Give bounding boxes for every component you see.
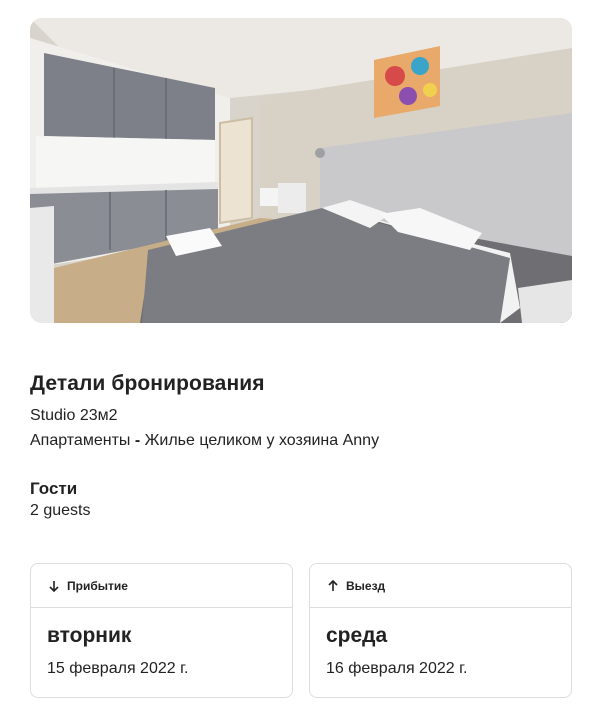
- checkout-card-header: Выезд: [310, 564, 571, 608]
- checkin-date: 15 февраля 2022 г.: [47, 660, 189, 677]
- room-name: Studio 23м2: [30, 407, 118, 424]
- bedroom-photo-illustration: [30, 18, 572, 323]
- arrow-up-icon: [326, 579, 340, 593]
- property-type: Апартаменты: [30, 432, 131, 449]
- listing-summary: Апартаменты - Жилье целиком у хозяина An…: [30, 432, 379, 450]
- arrow-down-icon: [47, 579, 61, 593]
- checkout-card: Выезд среда 16 февраля 2022 г.: [309, 563, 572, 698]
- guests-heading: Гости: [30, 479, 78, 498]
- checkout-date: 16 февраля 2022 г.: [326, 660, 468, 677]
- guests-count: 2 guests: [30, 502, 91, 519]
- listing-description: Жилье целиком у хозяина Anny: [144, 432, 380, 449]
- booking-details-page: Детали бронирования Studio 23м2 Апартаме…: [0, 0, 600, 717]
- checkout-label: Выезд: [346, 578, 386, 593]
- checkout-weekday: среда: [326, 624, 388, 647]
- checkin-label: Прибытие: [67, 578, 128, 593]
- booking-details-title: Детали бронирования: [30, 372, 265, 395]
- summary-separator: -: [134, 432, 141, 449]
- checkin-weekday: вторник: [47, 624, 132, 647]
- listing-photo[interactable]: [30, 18, 572, 323]
- checkin-card: Прибытие вторник 15 февраля 2022 г.: [30, 563, 293, 698]
- checkin-card-header: Прибытие: [31, 564, 292, 608]
